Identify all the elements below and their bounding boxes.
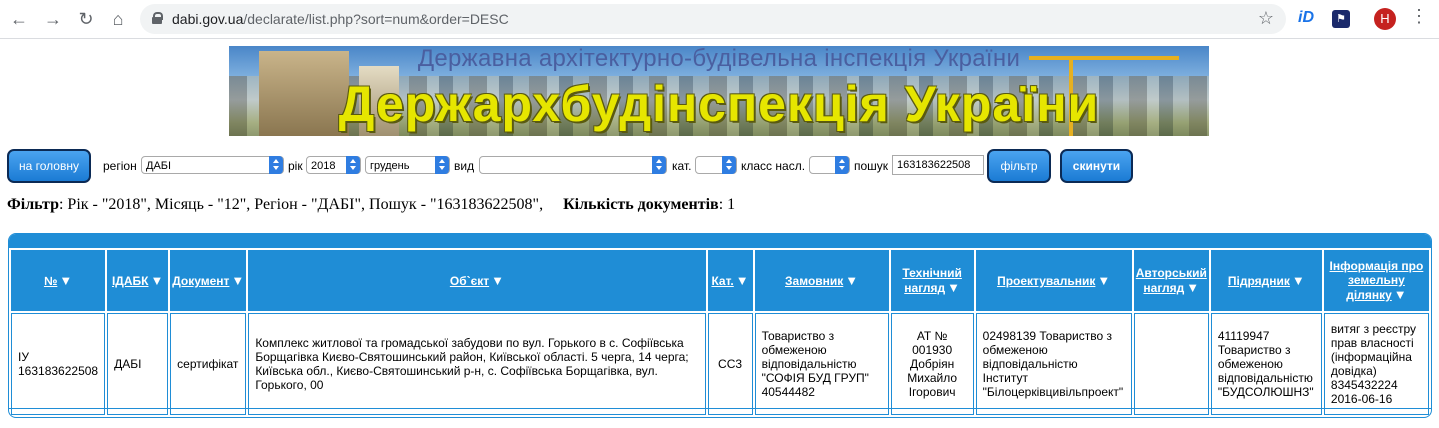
- sort-down-icon[interactable]: ▼: [845, 273, 858, 288]
- reload-icon[interactable]: ↻: [75, 8, 97, 30]
- document-count-label: Кількість документів: [563, 196, 719, 213]
- sort-down-icon[interactable]: ▼: [736, 273, 749, 288]
- cell-object: Комплекс житлової та громадської забудов…: [248, 313, 706, 415]
- filter-button[interactable]: фільтр: [987, 149, 1051, 183]
- declarations-table-container: № ▼ ІДАБК ▼ Документ ▼ Об`єкт ▼ Кат. ▼ Замовн…: [8, 233, 1432, 418]
- filter-summary-label: Фільтр: [7, 196, 59, 213]
- url-path: /declarate/list.php?sort=num&order=DESC: [243, 11, 509, 27]
- class-label: класс насл.: [741, 159, 806, 173]
- extension-id-icon[interactable]: iD: [1298, 9, 1314, 27]
- table-bottom-bar: [9, 408, 1431, 417]
- cell-idabk: ДАБІ: [107, 313, 169, 415]
- header-contractor[interactable]: Підрядник ▼: [1210, 250, 1322, 311]
- header-customer[interactable]: Замовник ▼: [754, 250, 889, 311]
- header-land-info-link[interactable]: Інформація про земельну ділянку: [1330, 259, 1424, 302]
- select-arrows-icon: [346, 156, 360, 174]
- header-contractor-link[interactable]: Підрядник: [1228, 274, 1290, 288]
- header-author-supervision[interactable]: Авторський нагляд ▼: [1133, 250, 1209, 311]
- sort-down-icon[interactable]: ▼: [1186, 280, 1199, 295]
- site-banner: Державна архітектурно-будівельна інспекц…: [229, 46, 1209, 136]
- category-select[interactable]: [695, 156, 737, 174]
- cell-document: сертифікат: [170, 313, 247, 415]
- header-category[interactable]: Кат. ▼: [707, 250, 753, 311]
- select-arrows-icon: [722, 156, 736, 174]
- sort-down-icon[interactable]: ▼: [1097, 273, 1110, 288]
- cell-customer: Товариство з обмеженою відповідальністю …: [754, 313, 889, 415]
- select-arrows-icon: [652, 156, 666, 174]
- header-designer-link[interactable]: Проектувальник: [997, 274, 1095, 288]
- banner-subtitle: Державна архітектурно-будівельна інспекц…: [417, 46, 1021, 72]
- menu-dots-icon[interactable]: ⋮: [1410, 6, 1428, 27]
- table-top-bar: [9, 234, 1431, 248]
- header-document[interactable]: Документ ▼: [170, 250, 247, 311]
- cell-tech-supervision: АТ № 001930 Добріян Михайло Ігорович: [890, 313, 974, 415]
- filter-summary: Фільтр: Рік - "2018", Місяць - "12", Рег…: [7, 196, 735, 214]
- header-customer-link[interactable]: Замовник: [785, 274, 843, 288]
- header-idabk-link[interactable]: ІДАБК: [112, 274, 149, 288]
- home-button[interactable]: на головну: [7, 149, 91, 183]
- class-select[interactable]: [809, 156, 850, 174]
- browser-toolbar: ← → ↻ ⌂ dabi.gov.ua/declarate/list.php?s…: [0, 0, 1439, 39]
- header-designer[interactable]: Проектувальник ▼: [975, 250, 1132, 311]
- cell-contractor: 41119947 Товариство з обмеженою відповід…: [1210, 313, 1322, 415]
- select-arrows-icon: [269, 156, 283, 174]
- forward-arrow-icon[interactable]: →: [42, 8, 64, 30]
- cell-author-supervision: [1133, 313, 1209, 415]
- home-icon[interactable]: ⌂: [107, 8, 129, 30]
- table-row: ІУ 163183622508 ДАБІ сертифікат Комплекс…: [11, 313, 1429, 415]
- month-select[interactable]: грудень: [365, 156, 450, 174]
- table-header-row: № ▼ ІДАБК ▼ Документ ▼ Об`єкт ▼ Кат. ▼ Замовн…: [11, 250, 1429, 311]
- sort-down-icon[interactable]: ▼: [231, 273, 244, 288]
- filter-summary-text: : Рік - "2018", Місяць - "12", Регіон - …: [58, 196, 544, 213]
- type-label: вид: [454, 159, 475, 173]
- header-num[interactable]: № ▼: [11, 250, 106, 311]
- select-arrows-icon: [435, 156, 449, 174]
- url-host: dabi.gov.ua: [172, 11, 244, 27]
- region-select[interactable]: ДАБІ: [141, 156, 284, 174]
- header-idabk[interactable]: ІДАБК ▼: [107, 250, 169, 311]
- header-category-link[interactable]: Кат.: [711, 274, 733, 288]
- year-select[interactable]: 2018: [306, 156, 361, 174]
- sort-down-icon[interactable]: ▼: [1394, 287, 1407, 302]
- sort-down-icon[interactable]: ▼: [150, 273, 163, 288]
- region-label: регіон: [103, 159, 137, 173]
- sort-down-icon[interactable]: ▼: [491, 273, 504, 288]
- header-object-link[interactable]: Об`єкт: [450, 274, 489, 288]
- header-document-link[interactable]: Документ: [172, 274, 229, 288]
- back-arrow-icon[interactable]: ←: [8, 8, 30, 30]
- region-value: ДАБІ: [146, 160, 172, 172]
- sort-down-icon[interactable]: ▼: [59, 273, 72, 288]
- document-count-value: : 1: [718, 196, 736, 213]
- profile-avatar[interactable]: H: [1374, 8, 1396, 30]
- banner-title: Держархбудінспекція України: [338, 76, 1100, 132]
- year-label: рік: [288, 159, 303, 173]
- select-arrows-icon: [835, 156, 849, 174]
- type-select[interactable]: [479, 156, 667, 174]
- extension-flag-icon[interactable]: ⚑: [1332, 10, 1350, 28]
- reset-button[interactable]: скинути: [1060, 149, 1133, 183]
- declarations-table: № ▼ ІДАБК ▼ Документ ▼ Об`єкт ▼ Кат. ▼ Замовн…: [9, 248, 1431, 417]
- header-num-link[interactable]: №: [44, 274, 57, 288]
- address-bar[interactable]: dabi.gov.ua/declarate/list.php?sort=num&…: [140, 4, 1286, 34]
- url-text[interactable]: dabi.gov.ua/declarate/list.php?sort=num&…: [172, 4, 509, 34]
- month-value: грудень: [370, 160, 410, 172]
- year-value: 2018: [311, 160, 336, 172]
- cell-num: ІУ 163183622508: [11, 313, 106, 415]
- header-object[interactable]: Об`єкт ▼: [248, 250, 706, 311]
- cell-designer: 02498139 Товариство з обмеженою відповід…: [975, 313, 1132, 415]
- bookmark-star-icon[interactable]: ☆: [1258, 8, 1274, 29]
- cell-category: СС3: [707, 313, 753, 415]
- search-input[interactable]: [892, 155, 984, 175]
- cell-land-info: витяг з реєстру прав власності (інформац…: [1323, 313, 1429, 415]
- lock-icon: [152, 12, 163, 24]
- header-tech-supervision[interactable]: Технічний нагляд ▼: [890, 250, 974, 311]
- sort-down-icon[interactable]: ▼: [947, 280, 960, 295]
- header-land-info[interactable]: Інформація про земельну ділянку ▼: [1323, 250, 1429, 311]
- sort-down-icon[interactable]: ▼: [1292, 273, 1305, 288]
- search-label: пошук: [854, 159, 889, 173]
- category-label: кат.: [672, 159, 692, 173]
